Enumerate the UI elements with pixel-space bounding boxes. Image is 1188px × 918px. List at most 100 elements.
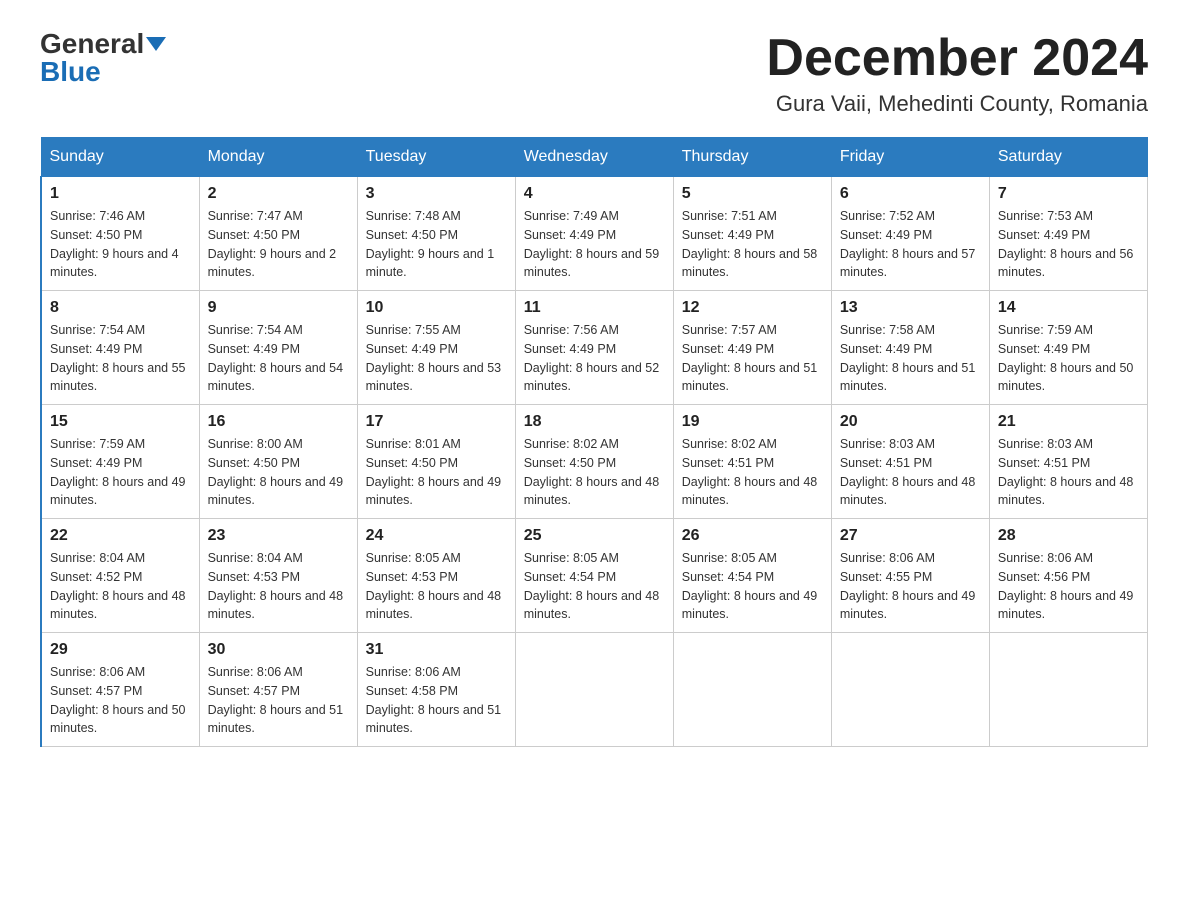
logo-general-text: General: [40, 30, 144, 58]
day-number: 21: [998, 413, 1139, 431]
day-info: Sunrise: 7:47 AM Sunset: 4:50 PM Dayligh…: [208, 207, 349, 282]
day-number: 26: [682, 527, 823, 545]
day-number: 31: [366, 641, 507, 659]
page-header: General Blue December 2024 Gura Vaii, Me…: [40, 30, 1148, 117]
day-info: Sunrise: 8:01 AM Sunset: 4:50 PM Dayligh…: [366, 435, 507, 510]
calendar-week-row: 8 Sunrise: 7:54 AM Sunset: 4:49 PM Dayli…: [41, 291, 1148, 405]
table-row: 31 Sunrise: 8:06 AM Sunset: 4:58 PM Dayl…: [357, 633, 515, 747]
table-row: 19 Sunrise: 8:02 AM Sunset: 4:51 PM Dayl…: [673, 405, 831, 519]
table-row: 8 Sunrise: 7:54 AM Sunset: 4:49 PM Dayli…: [41, 291, 199, 405]
day-info: Sunrise: 8:03 AM Sunset: 4:51 PM Dayligh…: [840, 435, 981, 510]
table-row: 25 Sunrise: 8:05 AM Sunset: 4:54 PM Dayl…: [515, 519, 673, 633]
day-number: 1: [50, 185, 191, 203]
day-info: Sunrise: 7:52 AM Sunset: 4:49 PM Dayligh…: [840, 207, 981, 282]
table-row: 18 Sunrise: 8:02 AM Sunset: 4:50 PM Dayl…: [515, 405, 673, 519]
table-row: 16 Sunrise: 8:00 AM Sunset: 4:50 PM Dayl…: [199, 405, 357, 519]
table-row: 21 Sunrise: 8:03 AM Sunset: 4:51 PM Dayl…: [989, 405, 1147, 519]
day-number: 15: [50, 413, 191, 431]
table-row: 28 Sunrise: 8:06 AM Sunset: 4:56 PM Dayl…: [989, 519, 1147, 633]
day-number: 24: [366, 527, 507, 545]
table-row: [515, 633, 673, 747]
calendar-header: Sunday Monday Tuesday Wednesday Thursday…: [41, 138, 1148, 177]
table-row: [831, 633, 989, 747]
day-number: 3: [366, 185, 507, 203]
day-info: Sunrise: 8:06 AM Sunset: 4:57 PM Dayligh…: [50, 663, 191, 738]
day-info: Sunrise: 8:05 AM Sunset: 4:54 PM Dayligh…: [682, 549, 823, 624]
table-row: 5 Sunrise: 7:51 AM Sunset: 4:49 PM Dayli…: [673, 177, 831, 291]
day-info: Sunrise: 8:05 AM Sunset: 4:53 PM Dayligh…: [366, 549, 507, 624]
calendar-week-row: 29 Sunrise: 8:06 AM Sunset: 4:57 PM Dayl…: [41, 633, 1148, 747]
day-number: 18: [524, 413, 665, 431]
logo: General Blue: [40, 30, 166, 86]
table-row: 24 Sunrise: 8:05 AM Sunset: 4:53 PM Dayl…: [357, 519, 515, 633]
day-number: 20: [840, 413, 981, 431]
table-row: 30 Sunrise: 8:06 AM Sunset: 4:57 PM Dayl…: [199, 633, 357, 747]
calendar-table: Sunday Monday Tuesday Wednesday Thursday…: [40, 137, 1148, 747]
day-info: Sunrise: 8:04 AM Sunset: 4:53 PM Dayligh…: [208, 549, 349, 624]
day-number: 11: [524, 299, 665, 317]
day-number: 22: [50, 527, 191, 545]
day-number: 6: [840, 185, 981, 203]
table-row: 20 Sunrise: 8:03 AM Sunset: 4:51 PM Dayl…: [831, 405, 989, 519]
table-row: 6 Sunrise: 7:52 AM Sunset: 4:49 PM Dayli…: [831, 177, 989, 291]
table-row: 29 Sunrise: 8:06 AM Sunset: 4:57 PM Dayl…: [41, 633, 199, 747]
day-info: Sunrise: 7:58 AM Sunset: 4:49 PM Dayligh…: [840, 321, 981, 396]
logo-triangle-icon: [146, 37, 166, 51]
table-row: 9 Sunrise: 7:54 AM Sunset: 4:49 PM Dayli…: [199, 291, 357, 405]
day-info: Sunrise: 7:49 AM Sunset: 4:49 PM Dayligh…: [524, 207, 665, 282]
table-row: 27 Sunrise: 8:06 AM Sunset: 4:55 PM Dayl…: [831, 519, 989, 633]
calendar-week-row: 1 Sunrise: 7:46 AM Sunset: 4:50 PM Dayli…: [41, 177, 1148, 291]
table-row: 7 Sunrise: 7:53 AM Sunset: 4:49 PM Dayli…: [989, 177, 1147, 291]
day-number: 17: [366, 413, 507, 431]
day-number: 5: [682, 185, 823, 203]
day-number: 7: [998, 185, 1139, 203]
location-subtitle: Gura Vaii, Mehedinti County, Romania: [766, 91, 1148, 117]
calendar-week-row: 15 Sunrise: 7:59 AM Sunset: 4:49 PM Dayl…: [41, 405, 1148, 519]
day-number: 9: [208, 299, 349, 317]
table-row: 11 Sunrise: 7:56 AM Sunset: 4:49 PM Dayl…: [515, 291, 673, 405]
col-friday: Friday: [831, 138, 989, 177]
day-info: Sunrise: 8:06 AM Sunset: 4:58 PM Dayligh…: [366, 663, 507, 738]
day-info: Sunrise: 7:51 AM Sunset: 4:49 PM Dayligh…: [682, 207, 823, 282]
table-row: 1 Sunrise: 7:46 AM Sunset: 4:50 PM Dayli…: [41, 177, 199, 291]
logo-blue-text: Blue: [40, 58, 101, 86]
table-row: 22 Sunrise: 8:04 AM Sunset: 4:52 PM Dayl…: [41, 519, 199, 633]
table-row: [673, 633, 831, 747]
day-number: 29: [50, 641, 191, 659]
table-row: [989, 633, 1147, 747]
table-row: 15 Sunrise: 7:59 AM Sunset: 4:49 PM Dayl…: [41, 405, 199, 519]
day-number: 13: [840, 299, 981, 317]
day-number: 16: [208, 413, 349, 431]
day-number: 2: [208, 185, 349, 203]
calendar-week-row: 22 Sunrise: 8:04 AM Sunset: 4:52 PM Dayl…: [41, 519, 1148, 633]
month-year-title: December 2024: [766, 30, 1148, 87]
col-thursday: Thursday: [673, 138, 831, 177]
table-row: 4 Sunrise: 7:49 AM Sunset: 4:49 PM Dayli…: [515, 177, 673, 291]
table-row: 26 Sunrise: 8:05 AM Sunset: 4:54 PM Dayl…: [673, 519, 831, 633]
day-number: 27: [840, 527, 981, 545]
table-row: 10 Sunrise: 7:55 AM Sunset: 4:49 PM Dayl…: [357, 291, 515, 405]
day-info: Sunrise: 8:03 AM Sunset: 4:51 PM Dayligh…: [998, 435, 1139, 510]
table-row: 12 Sunrise: 7:57 AM Sunset: 4:49 PM Dayl…: [673, 291, 831, 405]
day-info: Sunrise: 8:00 AM Sunset: 4:50 PM Dayligh…: [208, 435, 349, 510]
day-number: 4: [524, 185, 665, 203]
day-info: Sunrise: 7:57 AM Sunset: 4:49 PM Dayligh…: [682, 321, 823, 396]
day-number: 25: [524, 527, 665, 545]
day-info: Sunrise: 7:59 AM Sunset: 4:49 PM Dayligh…: [50, 435, 191, 510]
day-number: 8: [50, 299, 191, 317]
day-number: 10: [366, 299, 507, 317]
day-info: Sunrise: 7:46 AM Sunset: 4:50 PM Dayligh…: [50, 207, 191, 282]
table-row: 13 Sunrise: 7:58 AM Sunset: 4:49 PM Dayl…: [831, 291, 989, 405]
table-row: 2 Sunrise: 7:47 AM Sunset: 4:50 PM Dayli…: [199, 177, 357, 291]
day-info: Sunrise: 7:55 AM Sunset: 4:49 PM Dayligh…: [366, 321, 507, 396]
day-info: Sunrise: 8:05 AM Sunset: 4:54 PM Dayligh…: [524, 549, 665, 624]
day-info: Sunrise: 7:54 AM Sunset: 4:49 PM Dayligh…: [50, 321, 191, 396]
col-saturday: Saturday: [989, 138, 1147, 177]
header-row: Sunday Monday Tuesday Wednesday Thursday…: [41, 138, 1148, 177]
col-sunday: Sunday: [41, 138, 199, 177]
col-monday: Monday: [199, 138, 357, 177]
table-row: 14 Sunrise: 7:59 AM Sunset: 4:49 PM Dayl…: [989, 291, 1147, 405]
title-block: December 2024 Gura Vaii, Mehedinti Count…: [766, 30, 1148, 117]
day-number: 19: [682, 413, 823, 431]
day-info: Sunrise: 8:06 AM Sunset: 4:56 PM Dayligh…: [998, 549, 1139, 624]
